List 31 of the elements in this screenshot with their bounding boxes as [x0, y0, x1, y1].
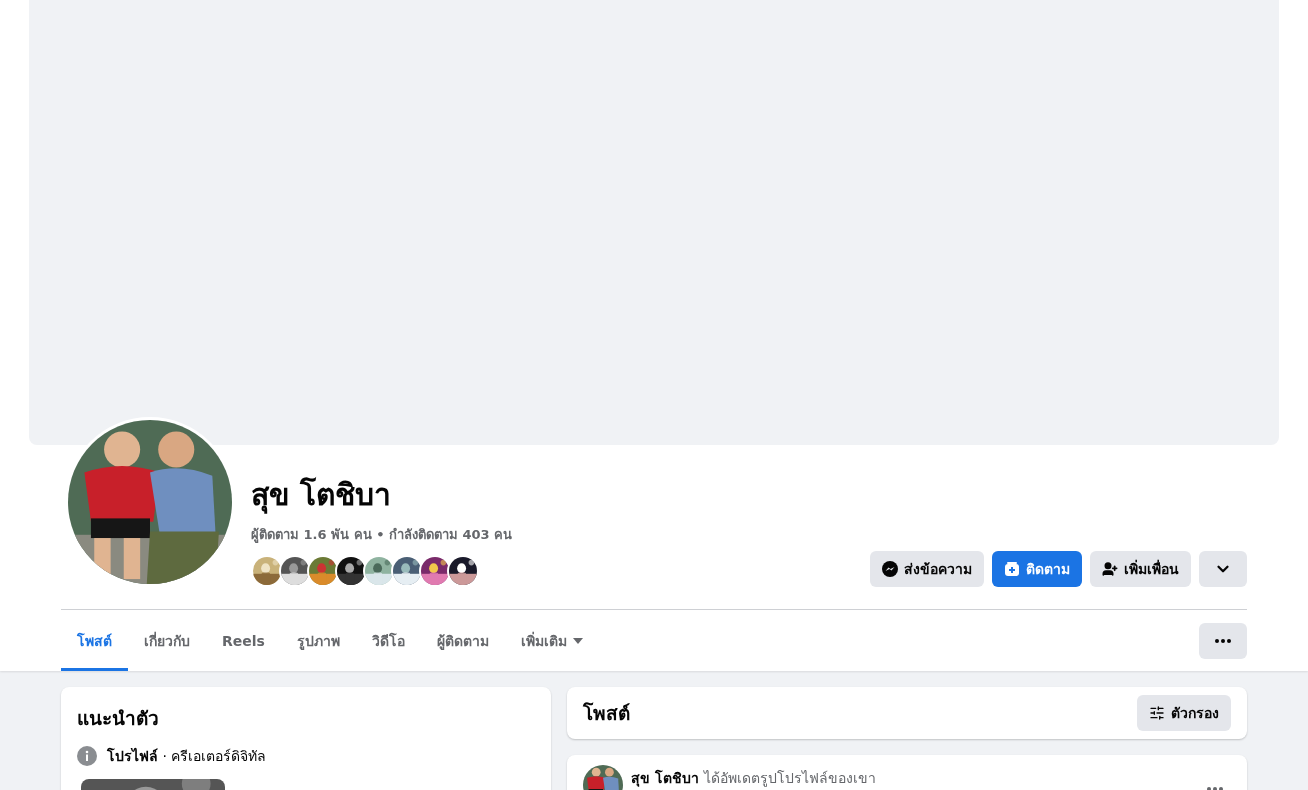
- profile-tab[interactable]: รูปภาพ: [280, 610, 356, 671]
- more-icon: [1207, 787, 1223, 790]
- follower-stats: ผู้ติดตาม 1.6 พัน คน • กำลังติดตาม 403 คน: [251, 526, 514, 545]
- intro-detail: โปรไฟล์ · ครีเอเตอร์ดิจิทัล: [107, 746, 267, 766]
- profile-tab[interactable]: โพสต์: [61, 610, 128, 671]
- more-button[interactable]: [1199, 622, 1247, 659]
- post-menu-button[interactable]: [1207, 787, 1223, 790]
- intro-title: แนะนำตัว: [77, 706, 160, 731]
- profile-tab[interactable]: ผู้ติดตาม: [420, 610, 505, 671]
- filter-button[interactable]: ตัวกรอง: [1137, 695, 1231, 731]
- add-friend-button[interactable]: เพิ่มเพื่อน: [1090, 551, 1191, 587]
- sliders-icon: [1149, 705, 1165, 721]
- friend-avatar[interactable]: [419, 555, 451, 587]
- follow-button[interactable]: ติดตาม: [992, 551, 1082, 587]
- profile-tab[interactable]: Reels: [206, 610, 281, 671]
- posts-title: โพสต์: [583, 701, 630, 726]
- profile-tab[interactable]: เกี่ยวกับ: [128, 610, 206, 671]
- more-icon: [1215, 638, 1231, 643]
- post-action-text: ได้อัพเดตรูปโปรไฟล์ของเขา: [703, 769, 876, 789]
- messenger-icon: [882, 561, 898, 577]
- profile-name: สุข โตชิบา: [251, 476, 393, 516]
- message-button[interactable]: ส่งข้อความ: [870, 551, 984, 587]
- profile-tab[interactable]: วิดีโอ: [355, 610, 421, 671]
- friend-avatar[interactable]: [335, 555, 367, 587]
- caret-icon: [572, 637, 583, 644]
- profile-tab[interactable]: เพิ่มเติม: [504, 610, 599, 671]
- add-person-icon: [1102, 561, 1118, 577]
- info-icon: [77, 746, 97, 766]
- post-author[interactable]: สุข โตชิบา: [631, 767, 699, 789]
- follow-icon: [1004, 561, 1020, 577]
- friend-avatar[interactable]: [447, 555, 479, 587]
